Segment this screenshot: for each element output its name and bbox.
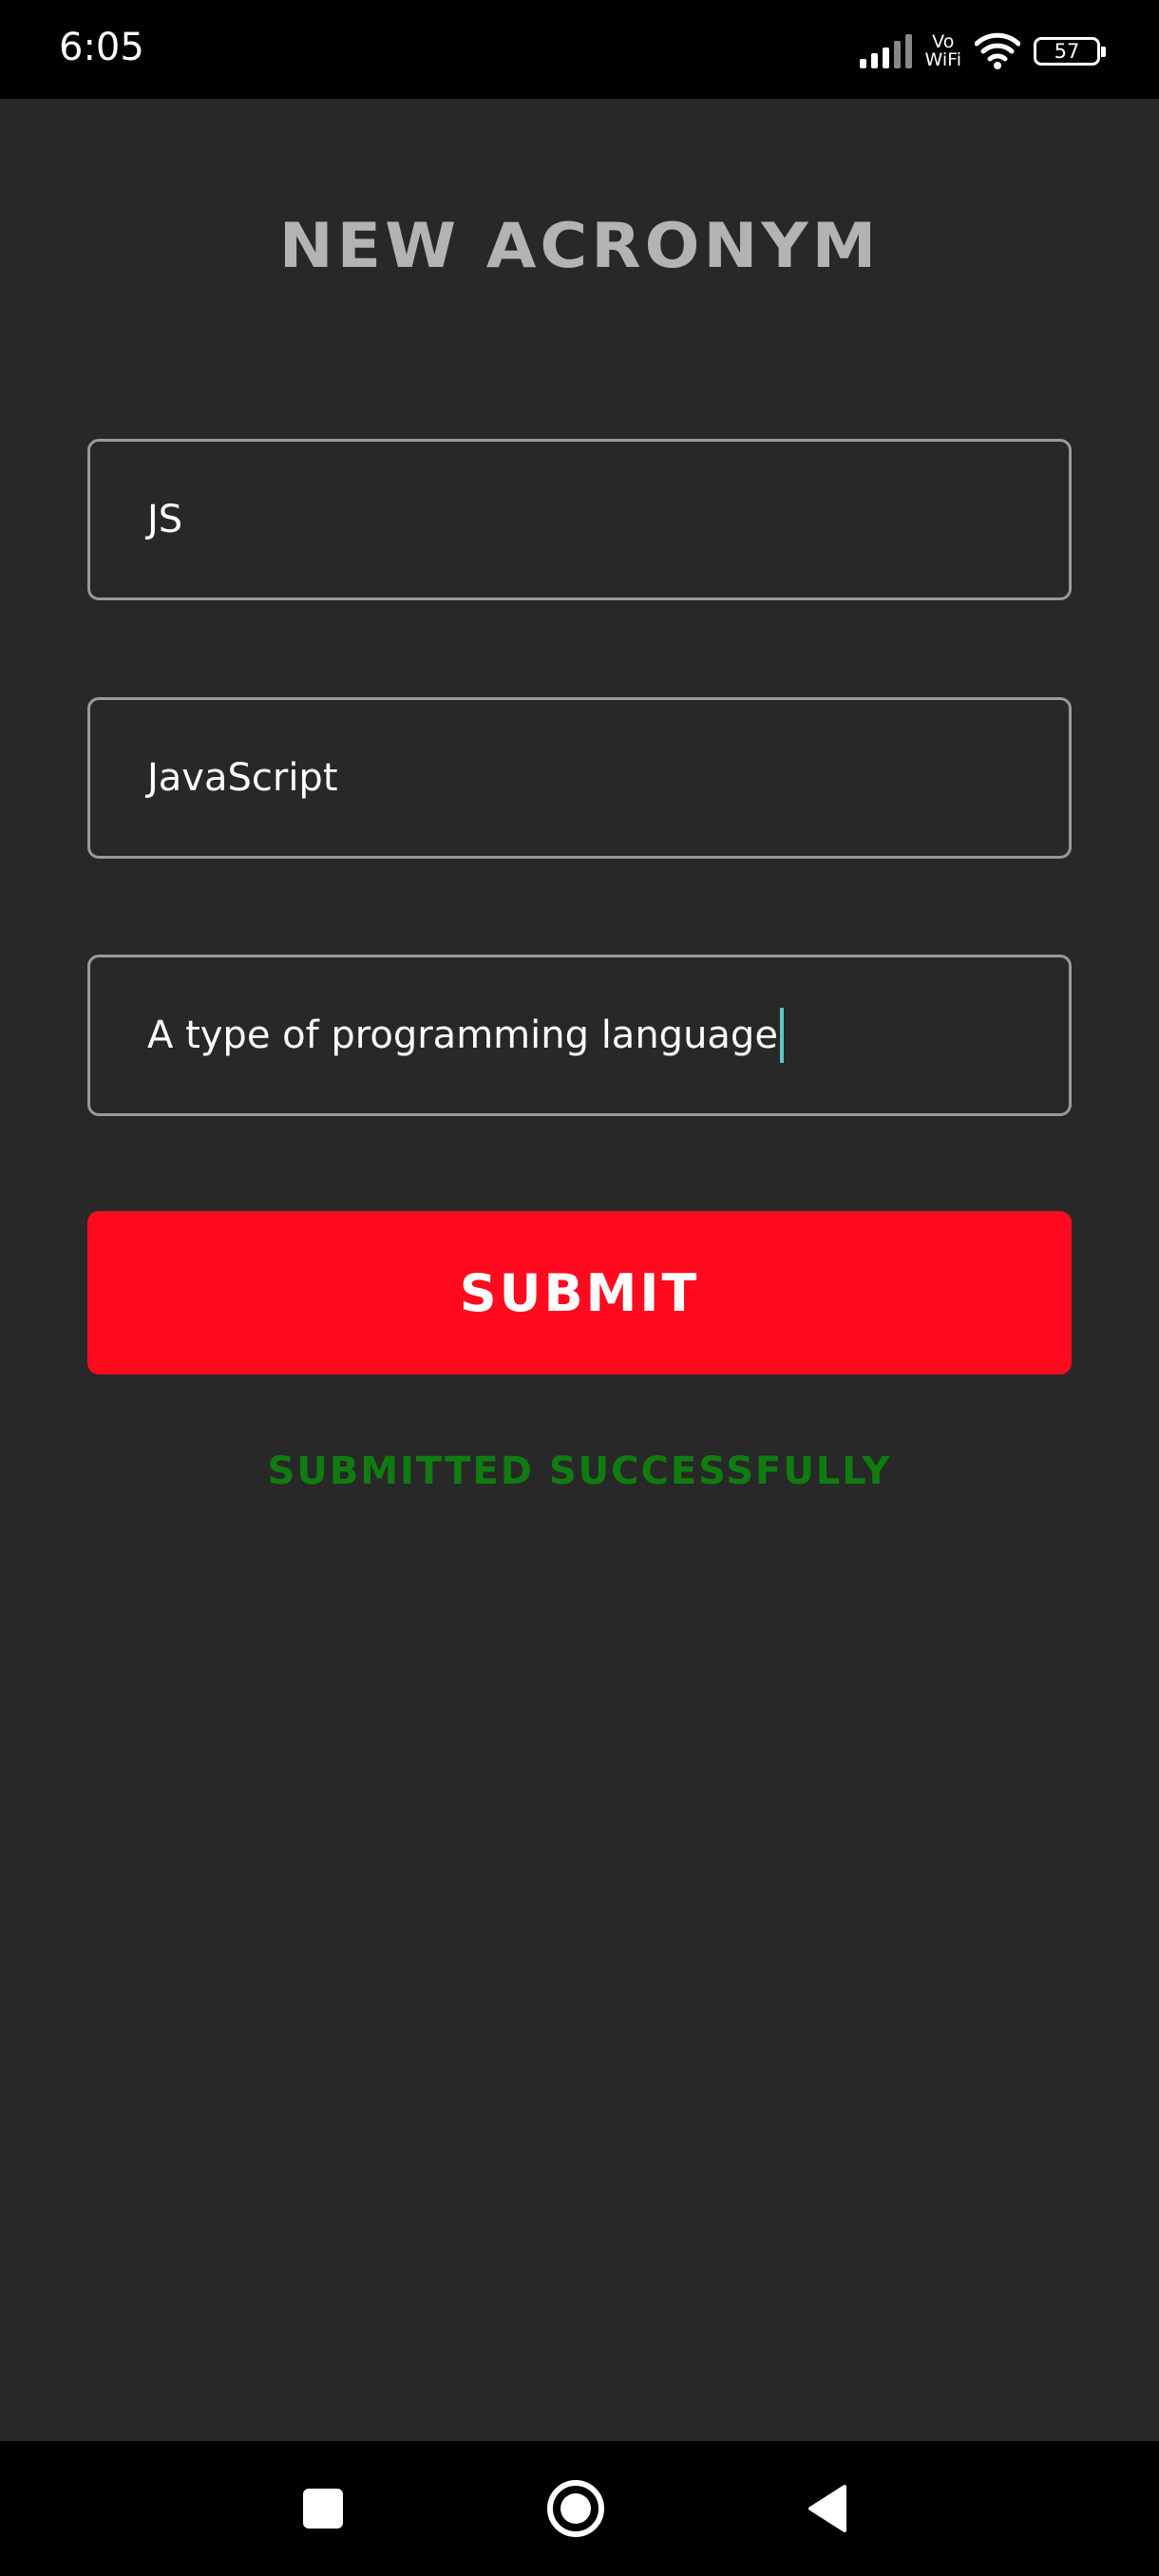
full-form-field[interactable]: JavaScript	[87, 697, 1072, 859]
text-caret	[779, 1008, 784, 1063]
description-field[interactable]: A type of programming language	[87, 955, 1072, 1116]
status-icons: Vo WiFi 57	[859, 28, 1106, 74]
home-circle-icon	[547, 2480, 604, 2537]
battery-level: 57	[1054, 40, 1080, 63]
acronym-field[interactable]: JS	[87, 439, 1072, 600]
signal-icon	[859, 34, 912, 68]
home-button[interactable]	[538, 2441, 614, 2576]
vowifi-icon: Vo WiFi	[925, 33, 961, 69]
back-triangle-icon	[808, 2485, 846, 2532]
status-message: Submitted Successfully	[267, 1449, 892, 1493]
full-form-value: JavaScript	[147, 756, 338, 800]
submit-button[interactable]: Submit	[87, 1211, 1072, 1374]
wifi-icon	[975, 32, 1020, 69]
recents-button[interactable]	[285, 2441, 361, 2576]
status-bar: 6:05 Vo WiFi 57	[0, 0, 1159, 99]
navigation-bar	[0, 2441, 1159, 2576]
battery-icon: 57	[1034, 37, 1106, 66]
recents-square-icon	[303, 2489, 343, 2529]
back-button[interactable]	[788, 2441, 864, 2576]
page-title: New Acronym	[278, 210, 881, 283]
acronym-value: JS	[147, 498, 183, 541]
status-time: 6:05	[59, 26, 144, 69]
vowifi-label-bottom: WiFi	[924, 49, 961, 70]
description-value: A type of programming language	[147, 1013, 778, 1057]
